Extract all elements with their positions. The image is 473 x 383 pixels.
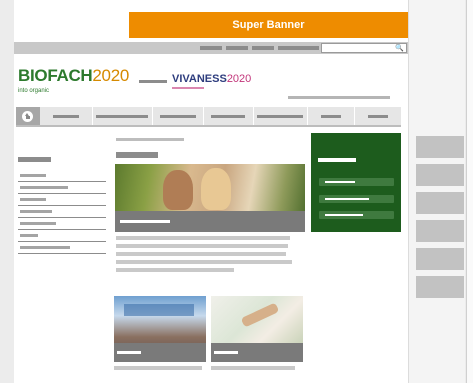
news-teaser[interactable]: [114, 296, 206, 362]
section-heading: [116, 152, 158, 158]
sidebar-item[interactable]: [18, 194, 106, 206]
side-rail-button[interactable]: [416, 276, 464, 298]
sidebar-item[interactable]: [18, 170, 106, 182]
sidebar-title: [18, 157, 51, 162]
nav-item[interactable]: [153, 107, 205, 125]
vivaness-logo[interactable]: VIVANESS2020: [172, 73, 251, 86]
search-input[interactable]: 🔍: [321, 43, 407, 53]
news-caption: [211, 343, 303, 362]
news-text: [114, 366, 202, 370]
news-teaser[interactable]: [211, 296, 303, 362]
sidebar-item[interactable]: [18, 242, 106, 254]
utility-link[interactable]: [252, 46, 274, 50]
nav-item[interactable]: [355, 107, 401, 125]
side-rail-button[interactable]: [416, 164, 464, 186]
sidebar-item[interactable]: [18, 206, 106, 218]
side-rail-button[interactable]: [416, 192, 464, 214]
biofach-logo[interactable]: BIOFACH2020: [18, 66, 129, 86]
vivaness-logo-year: 2020: [226, 73, 252, 85]
side-rail-button[interactable]: [416, 248, 464, 270]
search-icon[interactable]: 🔍: [395, 44, 404, 53]
sidebar-menu: [18, 157, 106, 254]
sidebar-item[interactable]: [18, 182, 106, 194]
main-navigation: [16, 107, 401, 127]
sidebar-item[interactable]: [18, 230, 106, 242]
home-icon: [22, 110, 34, 122]
news-text: [211, 366, 295, 370]
utility-link[interactable]: [226, 46, 248, 50]
nav-home-button[interactable]: [16, 107, 40, 125]
hero-teaser[interactable]: [115, 164, 305, 232]
super-banner-label: Super Banner: [232, 19, 305, 31]
vivaness-logo-name: VIVANESS: [172, 73, 227, 85]
promo-link[interactable]: [319, 211, 394, 219]
promo-box: [311, 133, 401, 232]
super-banner-ad[interactable]: Super Banner: [129, 12, 408, 38]
logo-separator: [139, 80, 167, 83]
promo-link[interactable]: [319, 195, 394, 203]
nav-item[interactable]: [308, 107, 356, 125]
utility-link[interactable]: [200, 46, 222, 50]
promo-link[interactable]: [319, 178, 394, 186]
biofach-logo-year: 2020: [92, 66, 130, 85]
side-rail-button[interactable]: [416, 136, 464, 158]
sidebar-item[interactable]: [18, 218, 106, 230]
nav-item[interactable]: [204, 107, 254, 125]
promo-title: [318, 158, 356, 162]
biofach-tagline: into organic: [18, 88, 50, 94]
news-caption: [114, 343, 206, 362]
nav-item[interactable]: [254, 107, 308, 125]
utility-link[interactable]: [278, 46, 319, 50]
hero-caption: [115, 211, 305, 232]
side-rail-button[interactable]: [416, 220, 464, 242]
scrollbar-track[interactable]: [466, 0, 473, 383]
header-link[interactable]: [288, 96, 390, 99]
nav-item[interactable]: [40, 107, 93, 125]
vivaness-tagline: [172, 87, 204, 89]
breadcrumb: [116, 138, 184, 141]
teaser-text: [116, 236, 292, 276]
biofach-logo-name: BIOFACH: [18, 66, 93, 85]
nav-item[interactable]: [93, 107, 154, 125]
